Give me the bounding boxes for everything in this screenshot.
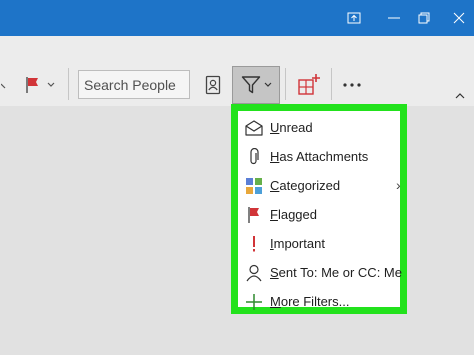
filter-dropdown-button[interactable] [232,66,280,104]
filter-icon [241,75,261,95]
menu-item-label: Has Attachments [270,149,369,164]
chevron-down-icon [264,82,272,88]
toolbar-separator [68,68,69,100]
menu-item-label: Sent To: Me or CC: Me [270,265,402,280]
menu-item-label: Important [270,236,325,251]
menu-item-label: Categorized [270,178,341,193]
person-icon [244,263,264,283]
new-group-button[interactable] [296,72,322,98]
menu-item-more-filters[interactable]: More Filters... [238,288,402,316]
new-group-icon [297,73,321,97]
search-people-input[interactable]: Search People [78,70,190,99]
menu-item-label: Unread [270,120,313,135]
categories-icon [244,176,264,196]
menu-item-flagged[interactable]: Flagged [238,201,402,229]
toolbar-separator [331,68,332,100]
menu-item-unread[interactable]: Unread [238,114,402,142]
plus-icon [244,292,264,312]
menu-item-has-attachments[interactable]: Has Attachments [238,143,402,171]
close-icon[interactable] [440,0,474,36]
chevron-down-icon[interactable] [0,76,10,96]
paperclip-icon [244,147,264,167]
flag-icon [244,205,264,225]
menu-item-label: Flagged [270,207,317,222]
collapse-ribbon-icon[interactable] [452,90,468,102]
more-options-icon[interactable] [340,76,364,94]
present-icon[interactable] [335,0,373,36]
menu-item-important[interactable]: Important [238,230,402,258]
search-people-placeholder: Search People [84,77,176,93]
flag-icon [25,76,41,94]
chevron-right-icon: › [396,177,401,193]
address-book-button[interactable] [200,70,226,100]
flag-dropdown-button[interactable] [20,72,60,98]
envelope-open-icon [244,118,264,138]
restore-icon[interactable] [405,0,443,36]
menu-item-label: More Filters... [270,294,350,309]
menu-item-sent-to-me[interactable]: Sent To: Me or CC: Me [238,259,402,287]
address-book-icon [205,75,221,95]
chevron-down-icon [47,82,55,88]
menu-item-categorized[interactable]: Categorized › [238,172,402,200]
title-bar [0,0,474,36]
exclamation-icon [244,234,264,254]
filter-dropdown-menu: Unread Has Attachments Categorized › Fla… [231,104,407,314]
toolbar-separator [285,68,286,100]
